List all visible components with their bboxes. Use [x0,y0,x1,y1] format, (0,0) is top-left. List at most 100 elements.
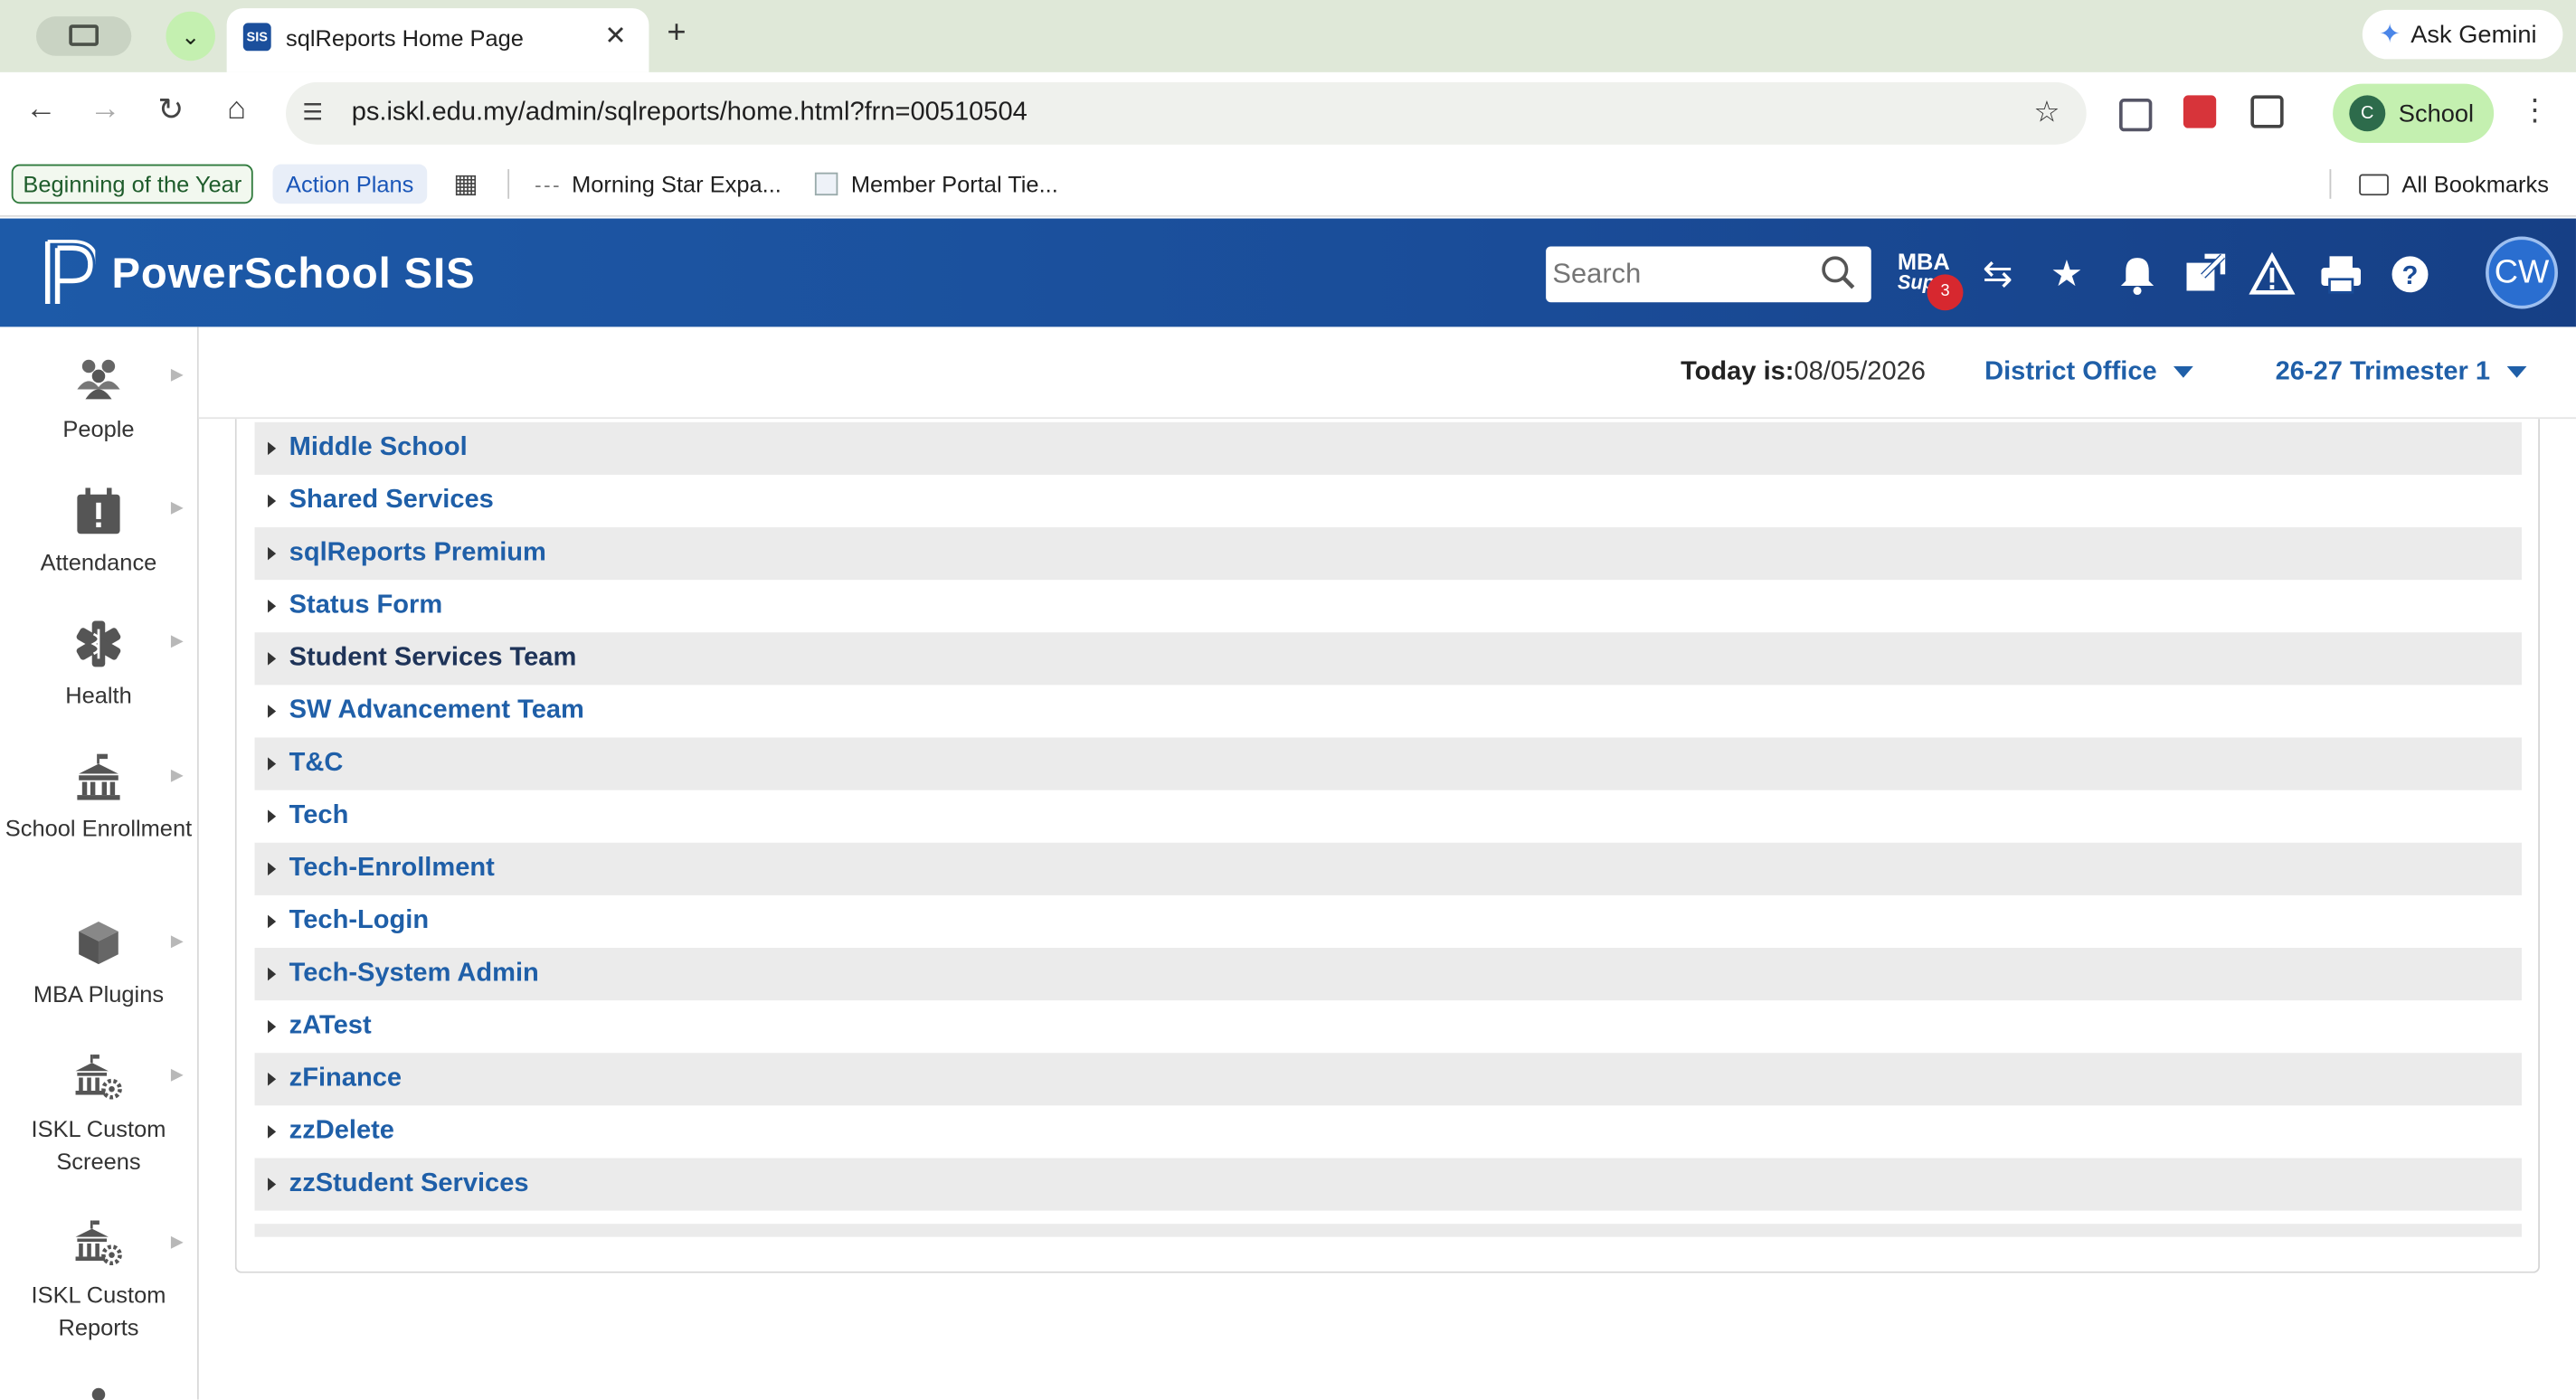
group-label[interactable]: Tech-System Admin [289,960,539,989]
expand-triangle-icon[interactable] [268,967,277,981]
apps-grid-icon[interactable]: ▦ [453,165,478,204]
list-item[interactable]: sqlReports Premium [254,527,2523,581]
group-label[interactable]: zzStudent Services [289,1169,529,1199]
expand-triangle-icon[interactable] [268,494,277,508]
search-icon[interactable] [1820,255,1856,291]
open-external-icon[interactable] [2182,251,2228,298]
home-icon[interactable]: ⌂ [215,92,258,128]
bookmark-action-plans[interactable]: Action Plans [272,164,427,204]
list-item[interactable]: zATest [255,1000,2522,1053]
bookmark-member-portal[interactable]: Member Portal Tie... [814,165,1058,204]
expand-triangle-icon[interactable] [268,1073,277,1086]
group-label[interactable]: Tech-Enrollment [289,854,495,884]
forward-arrow-icon[interactable]: → [84,92,127,128]
group-label[interactable]: Student Services Team [289,644,577,674]
profile-avatar: C [2349,95,2386,132]
help-icon[interactable]: ? [2387,251,2433,298]
expand-triangle-icon[interactable] [268,599,277,613]
extensions-puzzle-icon[interactable] [2250,95,2284,128]
custom-reports-icon [75,1220,122,1266]
group-label[interactable]: Tech [289,801,349,831]
print-icon[interactable] [2318,251,2364,298]
chevron-right-icon[interactable]: ▶ [171,1234,184,1252]
group-label[interactable]: zFinance [289,1064,402,1094]
list-item[interactable]: zzStudent Services [254,1158,2523,1211]
list-item[interactable]: Shared Services [255,475,2522,527]
group-label[interactable]: zATest [289,1012,372,1042]
sidebar-item-school-enrollment[interactable]: School Enrollment [0,752,197,845]
favorites-star-icon[interactable]: ★ [2043,251,2089,298]
list-item[interactable]: Tech [255,790,2522,843]
all-bookmarks-label: All Bookmarks [2401,170,2549,197]
chevron-right-icon[interactable]: ▶ [171,632,184,650]
chevron-right-icon[interactable]: ▶ [171,1066,184,1084]
list-item[interactable]: Tech-Enrollment [254,842,2523,895]
more-vert-icon[interactable]: ⋮ [2520,94,2550,128]
expand-triangle-icon[interactable] [268,862,277,876]
sidebar-item-people[interactable]: People [0,354,197,446]
sidebar-item-iskl-custom-reports[interactable]: ISKL Custom Reports [0,1219,197,1344]
close-icon[interactable]: ✕ [604,20,626,52]
school-selector[interactable]: District Office [1984,358,2193,388]
expand-triangle-icon[interactable] [268,809,277,823]
sidebar-item-health[interactable]: Health [0,620,197,712]
ask-gemini-button[interactable]: ✦ Ask Gemini [2362,9,2563,60]
group-label[interactable]: SW Advancement Team [289,696,584,726]
expand-triangle-icon[interactable] [268,1019,277,1034]
list-item[interactable]: zzDelete [255,1105,2522,1158]
group-label[interactable]: Tech-Login [289,907,429,937]
expand-triangle-icon[interactable] [268,914,277,929]
chevron-right-icon[interactable]: ▶ [171,933,184,951]
group-label[interactable]: sqlReports Premium [289,539,546,569]
group-label[interactable]: Middle School [289,434,468,464]
group-label[interactable]: Status Form [289,591,443,621]
extension-todoist-icon[interactable] [2183,95,2217,128]
list-item[interactable]: Student Services Team [254,632,2523,686]
switch-arrows-icon[interactable]: ⇆ [1975,251,2021,298]
list-item[interactable]: T&C [254,737,2523,790]
reload-icon[interactable]: ↻ [149,92,192,130]
expand-triangle-icon[interactable] [268,705,277,718]
term-selector[interactable]: 26-27 Trimester 1 [2276,358,2527,388]
tab-search-button[interactable]: ⌄ [166,11,215,61]
expand-triangle-icon[interactable] [268,1125,277,1139]
tab-sqlreports[interactable]: SIS sqlReports Home Page ✕ [226,8,649,72]
sidebar-item-mba-plugins[interactable]: MBA Plugins [0,918,197,1010]
group-label[interactable]: zzDelete [289,1117,394,1147]
list-item[interactable]: SW Advancement Team [255,685,2522,737]
list-item[interactable]: zFinance [254,1053,2523,1106]
extension-upload-icon[interactable] [2119,98,2153,132]
sidebar-item-attendance[interactable]: Attendance [0,487,197,579]
site-info-icon[interactable]: ☰ [302,99,323,127]
warning-icon[interactable] [2249,251,2296,298]
tab-groups-button[interactable] [35,16,132,56]
group-label[interactable]: Shared Services [289,487,494,516]
all-bookmarks-button[interactable]: All Bookmarks [2359,165,2549,204]
expand-triangle-icon[interactable] [268,441,277,456]
list-item[interactable]: Tech-System Admin [254,948,2523,1001]
bell-icon[interactable] [2115,251,2161,298]
chevron-right-icon[interactable]: ▶ [171,767,184,785]
sidebar-item-iskl-custom-screens[interactable]: ISKL Custom Screens [0,1053,197,1178]
expand-triangle-icon[interactable] [268,1178,277,1191]
expand-triangle-icon[interactable] [268,652,277,666]
profile-button[interactable]: C School [2333,83,2495,144]
bookmark-star-icon[interactable]: ☆ [2033,95,2060,129]
user-avatar[interactable]: CW [2486,236,2558,309]
back-arrow-icon[interactable]: ← [20,92,62,128]
chevron-right-icon[interactable]: ▶ [171,499,184,517]
expand-triangle-icon[interactable] [268,546,277,561]
chevron-right-icon[interactable]: ▶ [171,366,184,384]
today-label: Today is: [1681,357,1795,386]
expand-triangle-icon[interactable] [268,757,277,771]
list-item[interactable]: Middle School [254,421,2523,475]
powerschool-logo-icon[interactable] [43,238,96,307]
new-tab-plus-icon[interactable]: + [667,16,686,49]
list-item[interactable]: Tech-Login [255,895,2522,948]
address-bar[interactable]: ☰ ps.iskl.edu.my/admin/sqlreports/home.h… [286,81,2087,145]
bookmark-morning-star[interactable]: Morning Star Expa... [535,165,781,204]
bookmark-beginning-of-year[interactable]: Beginning of the Year [11,164,253,204]
group-label[interactable]: T&C [289,749,344,779]
sidebar-item-label: Attendance [40,548,157,575]
list-item[interactable]: Status Form [255,580,2522,632]
